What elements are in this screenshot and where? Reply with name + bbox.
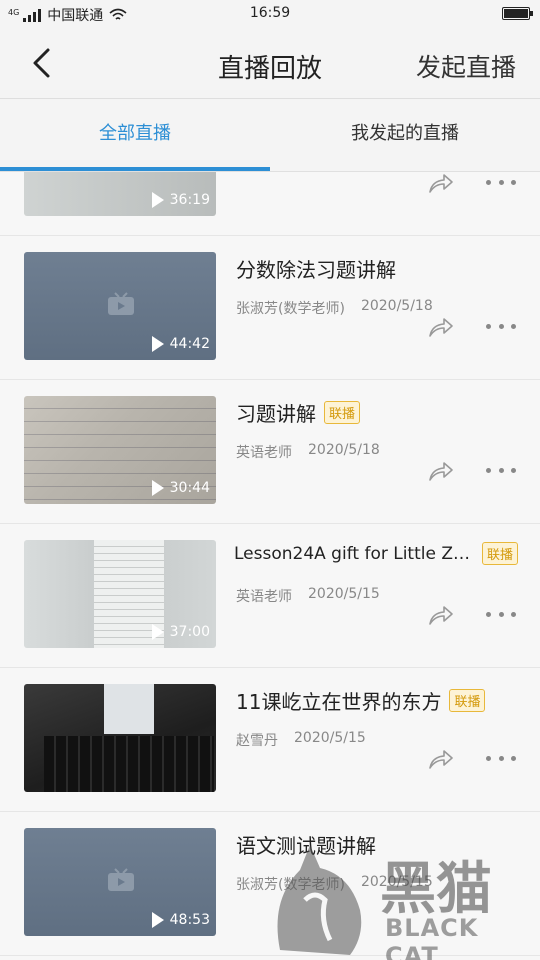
play-icon	[151, 624, 164, 640]
video-thumbnail[interactable]: 44:42	[24, 252, 216, 360]
more-options-icon[interactable]	[486, 752, 516, 764]
tab-bar: 全部直播 我发起的直播	[0, 99, 540, 172]
video-duration: 48:53	[151, 912, 210, 928]
tab-all-live[interactable]: 全部直播	[0, 99, 270, 172]
tv-icon	[108, 868, 134, 891]
item-date: 2020/5/18	[360, 298, 433, 314]
item-title: 语文测试题讲解	[236, 834, 376, 858]
duration-text: 44:42	[169, 336, 210, 352]
item-date: 2020/5/15	[294, 730, 366, 746]
item-meta: 张淑芳(数学老师) 2020/5/15	[236, 874, 433, 894]
video-duration: 30:44	[151, 480, 210, 496]
share-icon[interactable]	[428, 172, 454, 194]
item-title-row: 分数除法习题讲解	[236, 254, 524, 283]
duration-text: 36:19	[169, 192, 210, 208]
video-duration: 37:00	[151, 624, 210, 640]
play-icon	[151, 336, 164, 352]
list-item[interactable]: 37:00 Lesson24A gift for Little Z ... 联播…	[0, 524, 540, 668]
list-item[interactable]: 36:19	[0, 172, 540, 236]
item-title-row: Lesson24A gift for Little Z ... 联播	[234, 542, 524, 565]
share-icon[interactable]	[428, 316, 454, 338]
list-item[interactable]: 48:53 语文测试题讲解 张淑芳(数学老师) 2020/5/15	[0, 812, 540, 956]
item-title-row: 11课屹立在世界的东方 联播	[236, 686, 524, 715]
teacher-name: 张淑芳(数学老师)	[236, 877, 345, 893]
item-title: 习题讲解	[236, 402, 316, 426]
video-duration: 44:42	[151, 336, 210, 352]
more-options-icon[interactable]	[486, 608, 516, 620]
item-date: 2020/5/18	[308, 442, 380, 458]
list-item[interactable]: 30:44 习题讲解 联播 英语老师 2020/5/18	[0, 380, 540, 524]
video-thumbnail[interactable]: 36:19	[24, 172, 216, 216]
tab-my-live[interactable]: 我发起的直播	[270, 99, 540, 172]
item-meta: 张淑芳(数学老师) 2020/5/18	[236, 298, 433, 318]
simulcast-badge: 联播	[482, 542, 519, 565]
video-duration: 36:19	[151, 192, 210, 208]
item-date: 2020/5/15	[308, 586, 380, 602]
more-options-icon[interactable]	[486, 464, 516, 476]
item-meta: 英语老师 2020/5/15	[236, 586, 380, 606]
more-options-icon[interactable]	[486, 320, 516, 332]
teacher-name: 英语老师	[236, 445, 292, 461]
simulcast-badge: 联播	[449, 689, 486, 712]
video-thumbnail[interactable]: 32:56	[24, 684, 216, 792]
video-thumbnail[interactable]: 30:44	[24, 396, 216, 504]
share-icon[interactable]	[428, 604, 454, 626]
item-date: 2020/5/15	[360, 874, 433, 890]
play-icon	[151, 768, 164, 784]
video-thumbnail[interactable]: 37:00	[24, 540, 216, 648]
replay-list: 36:19 44:42 分数除法习题讲解 张淑芳(数学老师) 2020/5/18	[0, 172, 540, 960]
teacher-name: 赵雪丹	[236, 733, 278, 749]
list-item[interactable]: 44:42 分数除法习题讲解 张淑芳(数学老师) 2020/5/18	[0, 236, 540, 380]
list-item[interactable]: 32:56 11课屹立在世界的东方 联播 赵雪丹 2020/5/15	[0, 668, 540, 812]
duration-text: 30:44	[169, 480, 210, 496]
item-title: 分数除法习题讲解	[236, 258, 396, 282]
item-title: Lesson24A gift for Little Z ...	[234, 543, 474, 564]
item-meta: 赵雪丹 2020/5/15	[236, 730, 366, 750]
status-bar: 4G 中国联通 16:59	[0, 0, 540, 28]
nav-bar: 直播回放 发起直播	[0, 28, 540, 99]
item-title-row: 语文测试题讲解	[236, 830, 524, 859]
status-time: 16:59	[249, 5, 291, 21]
back-arrow-icon[interactable]	[26, 46, 60, 80]
duration-text: 48:53	[169, 912, 210, 928]
play-icon	[151, 480, 164, 496]
share-icon[interactable]	[428, 460, 454, 482]
simulcast-badge: 联播	[324, 401, 361, 424]
video-thumbnail[interactable]: 48:53	[24, 828, 216, 936]
play-icon	[151, 912, 164, 928]
item-title: 11课屹立在世界的东方	[236, 690, 442, 714]
share-icon[interactable]	[428, 748, 454, 770]
item-title-row: 习题讲解 联播	[236, 398, 524, 427]
play-icon	[151, 192, 164, 208]
teacher-name: 张淑芳(数学老师)	[236, 301, 345, 317]
tv-icon	[108, 292, 134, 315]
battery-icon	[502, 7, 533, 20]
video-duration: 32:56	[151, 768, 210, 784]
duration-text: 32:56	[169, 768, 210, 784]
tab-active-indicator	[0, 167, 270, 171]
start-live-button[interactable]: 发起直播	[416, 48, 516, 84]
duration-text: 37:00	[169, 624, 210, 640]
item-meta: 英语老师 2020/5/18	[236, 442, 380, 462]
more-options-icon[interactable]	[486, 176, 516, 188]
teacher-name: 英语老师	[236, 589, 292, 605]
